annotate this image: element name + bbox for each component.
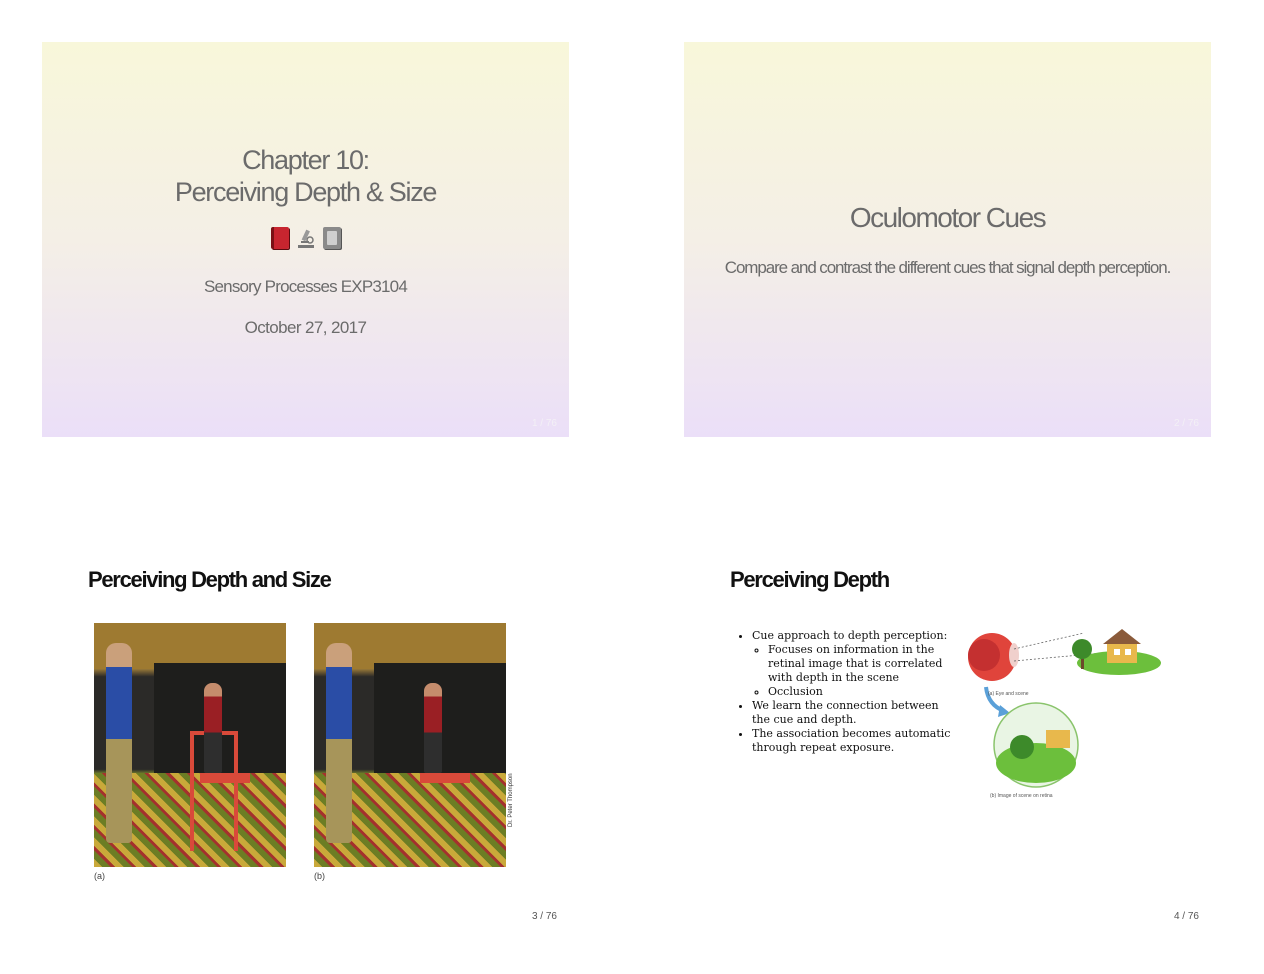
page-number: 2 / 76 — [1173, 418, 1199, 429]
house-window — [1114, 649, 1120, 655]
list-item: Focuses on information in the retinal im… — [768, 643, 952, 685]
title-line-1: Chapter 10: — [242, 145, 370, 175]
eye-lens — [1009, 643, 1019, 667]
slide-4[interactable]: Perceiving Depth Cue approach to depth p… — [684, 537, 1211, 932]
caption-a: (a) — [94, 871, 105, 881]
caption-b: (b) — [314, 871, 325, 881]
list-item: Cue approach to depth perception: Focuse… — [752, 629, 952, 699]
page-number: 1 / 76 — [531, 418, 557, 429]
sub-list: Focuses on information in the retinal im… — [752, 643, 952, 699]
photo-a — [94, 623, 286, 867]
woman-figure — [326, 643, 352, 843]
section-title: Oculomotor Cues — [849, 202, 1047, 233]
tree-crown — [1072, 639, 1092, 659]
photo-b — [314, 623, 506, 867]
course-name: Sensory Processes EXP3104 — [203, 277, 408, 296]
slide-1-title: Chapter 10: Perceiving Depth & Size — [42, 144, 569, 208]
man-figure — [204, 683, 222, 773]
house-roof — [1103, 629, 1141, 644]
list-item: Occlusion — [768, 685, 952, 699]
book-gray-icon — [322, 227, 341, 249]
lecture-date: October 27, 2017 — [244, 318, 367, 337]
figure-caption-a: (a) Eye and scene — [988, 691, 1029, 697]
figure-illustration — [968, 629, 1161, 788]
bullet-list: Cue approach to depth perception: Focuse… — [740, 629, 952, 755]
list-item: The association becomes automatic throug… — [752, 727, 952, 755]
platform — [420, 773, 470, 783]
page-number: 4 / 76 — [1173, 911, 1199, 922]
frame-title: Perceiving Depth and Size — [88, 567, 332, 592]
list-item: We learn the connection between the cue … — [752, 699, 952, 727]
icon-row — [42, 227, 569, 249]
eye-scene-figure: (a) Eye and scene (b) Image of scene on … — [964, 625, 1164, 800]
photo-credit: Dr. Peter Thompson — [508, 773, 514, 827]
microscope-icon — [295, 227, 317, 249]
figure-caption-b: (b) Image of scene on retina — [990, 793, 1053, 799]
house-window — [1125, 649, 1131, 655]
retina-house — [1046, 730, 1070, 748]
slide-2[interactable]: Oculomotor Cues Compare and contrast the… — [684, 42, 1211, 437]
slide-1[interactable]: Chapter 10: Perceiving Depth & Size Sens… — [42, 42, 569, 437]
book-red-icon — [270, 227, 289, 249]
frame-title: Perceiving Depth — [730, 567, 890, 592]
woman-figure — [106, 643, 132, 843]
slide-3[interactable]: Perceiving Depth and Size (a) (b) Dr. Pe… — [42, 537, 569, 932]
man-figure — [424, 683, 442, 773]
page-number: 3 / 76 — [531, 911, 557, 922]
retina-tree — [1010, 735, 1034, 759]
eye-inner — [968, 639, 1000, 671]
section-subtitle: Compare and contrast the different cues … — [724, 258, 1172, 277]
title-line-2: Perceiving Depth & Size — [174, 177, 438, 207]
house-wall — [1107, 643, 1137, 663]
bullet-text: Cue approach to depth perception: — [752, 629, 948, 642]
retina-grass — [996, 743, 1076, 783]
